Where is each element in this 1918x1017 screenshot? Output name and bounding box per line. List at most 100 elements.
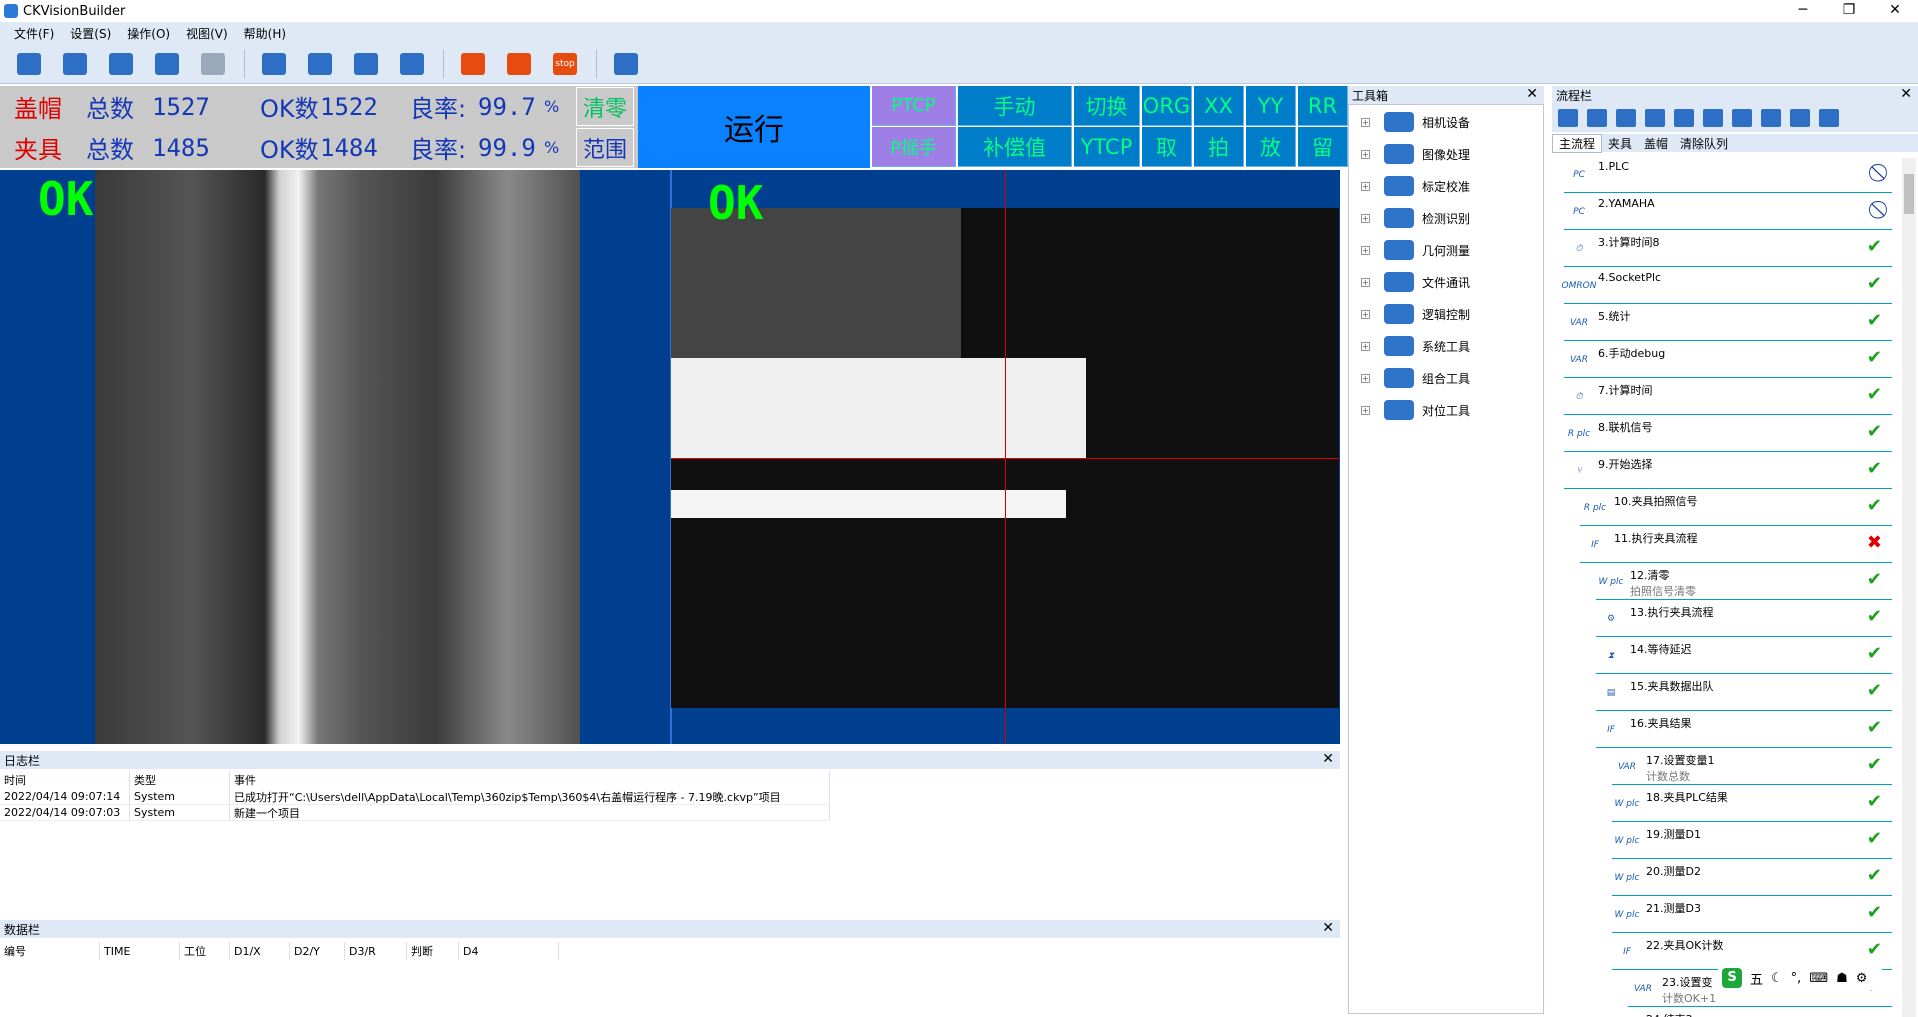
toolbox-item[interactable]: + 对位工具 <box>1361 399 1470 421</box>
flow-item[interactable]: W plc 18.夹具PLC结果 ✔ <box>1612 785 1892 822</box>
flow-scrollbar[interactable] <box>1902 158 1916 1017</box>
zoom-in-button[interactable] <box>259 49 289 79</box>
ime-item[interactable]: ⚙ <box>1856 971 1868 986</box>
flow-item[interactable]: PC2.YAMAHA⃠ <box>1564 193 1892 230</box>
range-button[interactable]: 范围 <box>576 128 634 167</box>
expand-icon[interactable]: + <box>1361 277 1370 287</box>
flow-tool-icon[interactable] <box>1819 109 1839 127</box>
expand-icon[interactable]: + <box>1361 245 1370 255</box>
flow-tool-icon[interactable] <box>1703 109 1723 127</box>
log-row[interactable]: 2022/04/14 09:07:14 System 已成功打开“C:\User… <box>0 789 830 805</box>
control-button[interactable]: YTCP <box>1074 127 1140 167</box>
ime-item[interactable]: ☗ <box>1836 971 1848 986</box>
expand-icon[interactable]: + <box>1361 373 1370 383</box>
flow-tool-icon[interactable] <box>1761 109 1781 127</box>
control-button[interactable]: PTCP <box>872 86 956 126</box>
data-close-icon[interactable]: ✕ <box>1322 920 1334 936</box>
ime-item[interactable]: S <box>1722 968 1742 988</box>
flow-item[interactable]: ⧗ 14.等待延迟 ✔ <box>1596 637 1892 674</box>
zoom-reset-button[interactable] <box>397 49 427 79</box>
control-button[interactable]: 补偿值 <box>958 127 1072 167</box>
ime-item[interactable]: °, <box>1791 971 1802 986</box>
control-button[interactable]: ORG <box>1142 86 1192 126</box>
expand-icon[interactable]: + <box>1361 309 1370 319</box>
save-button[interactable] <box>106 49 136 79</box>
flow-item[interactable]: IF 16.夹具结果 ✔ <box>1596 711 1892 748</box>
flow-item[interactable]: W plc 12.清零 拍照信号清零 ✔ <box>1596 563 1892 600</box>
stop-button[interactable]: stop <box>550 49 580 79</box>
control-button[interactable]: 取 <box>1142 127 1192 167</box>
flow-item[interactable]: W plc 19.测量D1 ✔ <box>1612 822 1892 859</box>
ime-item[interactable]: ☾ <box>1771 971 1783 986</box>
tab-fixture[interactable]: 夹具 <box>1602 135 1638 152</box>
flow-tool-icon[interactable] <box>1732 109 1752 127</box>
toolbox-item[interactable]: + 几何测量 <box>1361 239 1470 261</box>
flow-tool-icon[interactable] <box>1790 109 1810 127</box>
info-button[interactable] <box>611 49 641 79</box>
expand-icon[interactable]: + <box>1361 149 1370 159</box>
zoom-fit-button[interactable] <box>351 49 381 79</box>
flow-item[interactable]: R plc 8.联机信号 ✔ <box>1564 415 1892 452</box>
close-button[interactable]: ✕ <box>1872 0 1918 22</box>
expand-icon[interactable]: + <box>1361 341 1370 351</box>
control-button[interactable]: 切换 <box>1074 86 1140 126</box>
zoom-out-button[interactable] <box>305 49 335 79</box>
menu-file[interactable]: 文件(F) <box>14 25 54 42</box>
expand-icon[interactable]: + <box>1361 181 1370 191</box>
ime-item[interactable]: ⌨ <box>1809 971 1828 986</box>
flow-item[interactable]: ⏱ 3.计算时间8 ✔ <box>1564 230 1892 267</box>
ime-item[interactable]: 五 <box>1750 969 1763 988</box>
expand-icon[interactable]: + <box>1361 117 1370 127</box>
flow-item[interactable]: W plc 21.测量D3 ✔ <box>1612 896 1892 933</box>
flow-tool-icon[interactable] <box>1558 109 1578 127</box>
tab-cap[interactable]: 盖帽 <box>1638 135 1674 152</box>
scrollbar-thumb[interactable] <box>1904 174 1914 214</box>
log-close-icon[interactable]: ✕ <box>1322 751 1334 767</box>
flow-item[interactable]: VAR 5.统计 ✔ <box>1564 304 1892 341</box>
menu-settings[interactable]: 设置(S) <box>70 25 111 42</box>
find-button[interactable] <box>152 49 182 79</box>
toolbox-item[interactable]: + 检测识别 <box>1361 207 1470 229</box>
menu-operate[interactable]: 操作(O) <box>127 25 170 42</box>
control-button[interactable]: YY <box>1246 86 1296 126</box>
control-button[interactable]: 放 <box>1246 127 1296 167</box>
config-button[interactable] <box>198 49 228 79</box>
toolbox-item[interactable]: + 图像处理 <box>1361 143 1470 165</box>
toolbox-item[interactable]: + 相机设备 <box>1361 111 1470 133</box>
flow-item[interactable]: W plc 20.测量D2 ✔ <box>1612 859 1892 896</box>
run-loop-button[interactable] <box>504 49 534 79</box>
flow-item[interactable]: R plc 10.夹具拍照信号 ✔ <box>1580 489 1892 526</box>
flow-item[interactable]: VAR 17.设置变量1 计数总数 ✔ <box>1612 748 1892 785</box>
control-button[interactable]: 手动 <box>958 86 1072 126</box>
flow-item[interactable]: IF 11.执行夹具流程 ✖ <box>1580 526 1892 563</box>
toolbox-close-icon[interactable]: ✕ <box>1526 86 1538 102</box>
flow-tool-icon[interactable] <box>1645 109 1665 127</box>
expand-icon[interactable]: + <box>1361 405 1370 415</box>
tab-main-flow[interactable]: 主流程 <box>1552 133 1603 153</box>
toolbox-item[interactable]: + 系统工具 <box>1361 335 1470 357</box>
control-button[interactable]: RR <box>1298 86 1348 126</box>
flow-item[interactable]: ⚙ 13.执行夹具流程 ✔ <box>1596 600 1892 637</box>
control-button[interactable]: 留 <box>1298 127 1348 167</box>
flow-tool-icon[interactable] <box>1616 109 1636 127</box>
menu-help[interactable]: 帮助(H) <box>244 25 286 42</box>
minimize-button[interactable]: ─ <box>1780 0 1826 22</box>
control-button[interactable]: P摇手 <box>872 127 956 167</box>
toolbox-item[interactable]: + 文件通讯 <box>1361 271 1470 293</box>
flow-item[interactable]: OMRON 4.SocketPlc ✔ <box>1562 267 1892 304</box>
expand-icon[interactable]: + <box>1361 213 1370 223</box>
flow-item[interactable]: ▤ 15.夹具数据出队 ✔ <box>1596 674 1892 711</box>
flow-item[interactable]: ⑂ 9.开始选择 ✔ <box>1564 452 1892 489</box>
log-row[interactable]: 2022/04/14 09:07:03 System 新建一个项目 <box>0 805 830 821</box>
clear-count-button[interactable]: 清零 <box>576 87 634 126</box>
control-button[interactable]: XX <box>1194 86 1244 126</box>
flow-close-icon[interactable]: ✕ <box>1900 86 1912 102</box>
toolbox-item[interactable]: + 标定校准 <box>1361 175 1470 197</box>
tab-clear-queue[interactable]: 清除队列 <box>1674 135 1734 152</box>
toolbox-item[interactable]: + 组合工具 <box>1361 367 1470 389</box>
flow-item[interactable]: PC1.PLC⃠ <box>1564 156 1892 193</box>
flow-item[interactable]: 24.结束3 <box>1612 1007 1892 1017</box>
flow-item[interactable]: IF 22.夹具OK计数 ✔ <box>1612 933 1892 970</box>
open-button[interactable] <box>60 49 90 79</box>
run-once-button[interactable] <box>458 49 488 79</box>
